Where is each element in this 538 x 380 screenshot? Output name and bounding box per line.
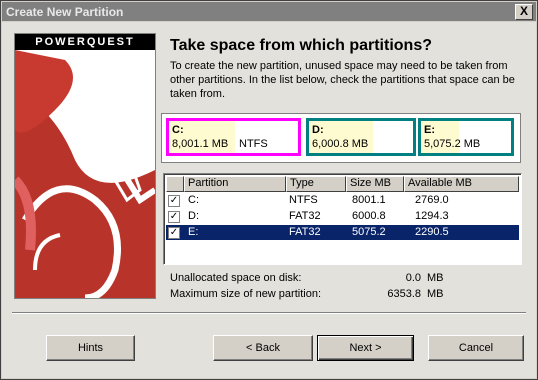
column-header-type[interactable]: Type — [286, 176, 346, 192]
table-row-selected[interactable]: ✓ E: FAT32 5075.2 2290.5 — [166, 225, 519, 240]
partition-map: C: 8,001.1 MB NTFS D: 6,000.8 MB E: 5,07… — [161, 113, 521, 163]
cell-size: 5075.2 — [352, 226, 386, 238]
cell-available: 2290.5 — [415, 226, 449, 238]
hints-button[interactable]: Hints — [46, 335, 135, 361]
cell-partition: E: — [188, 226, 199, 238]
table-row[interactable]: ✓ D: FAT32 6000.8 1294.3 — [166, 209, 519, 224]
cell-available: 1294.3 — [415, 210, 449, 222]
column-header-size[interactable]: Size MB — [346, 176, 404, 192]
dialog-body: POWERQUEST Take space from which partiti… — [2, 22, 536, 378]
partition-block-fs: NTFS — [239, 138, 268, 150]
cancel-button[interactable]: Cancel — [428, 335, 524, 361]
cell-type: FAT32 — [289, 226, 321, 238]
partition-block-e[interactable]: E: 5,075.2 MB — [418, 118, 514, 156]
unallocated-label: Unallocated space on disk: — [170, 272, 302, 284]
max-size-value: 6353.8 — [387, 288, 421, 300]
unallocated-unit: MB — [427, 272, 444, 284]
cell-partition: D: — [188, 210, 199, 222]
logo-brand-text: POWERQUEST — [15, 34, 155, 50]
window-title: Create New Partition — [6, 5, 124, 19]
partition-list[interactable]: Partition Type Size MB Available MB ✓ C:… — [163, 173, 522, 265]
partition-block-d[interactable]: D: 6,000.8 MB — [306, 118, 416, 156]
column-header-available[interactable]: Available MB — [404, 176, 519, 192]
row-checkbox[interactable]: ✓ — [168, 195, 180, 207]
partition-block-label: E: — [424, 124, 435, 136]
max-size-label: Maximum size of new partition: — [170, 288, 321, 300]
partition-block-label: D: — [312, 124, 324, 136]
unallocated-value: 0.0 — [405, 272, 421, 284]
list-header: Partition Type Size MB Available MB — [166, 176, 519, 192]
powerquest-logo: POWERQUEST — [14, 33, 156, 299]
cell-type: FAT32 — [289, 210, 321, 222]
row-checkbox[interactable]: ✓ — [168, 211, 180, 223]
partition-block-c[interactable]: C: 8,001.1 MB NTFS — [166, 118, 301, 156]
logo-graphic — [15, 50, 155, 298]
column-header-check[interactable] — [166, 176, 184, 192]
partition-block-size: 5,075.2 MB — [424, 138, 481, 150]
partition-block-label: C: — [172, 124, 184, 136]
cell-available: 2769.0 — [415, 194, 449, 206]
close-button[interactable]: X — [515, 4, 533, 20]
partition-block-size: 6,000.8 MB — [312, 138, 369, 150]
column-header-partition[interactable]: Partition — [184, 176, 286, 192]
page-heading: Take space from which partitions? — [170, 37, 432, 54]
cell-partition: C: — [188, 194, 199, 206]
table-row[interactable]: ✓ C: NTFS 8001.1 2769.0 — [166, 193, 519, 208]
cell-size: 6000.8 — [352, 210, 386, 222]
cell-type: NTFS — [289, 194, 318, 206]
partition-block-size: 8,001.1 MB — [172, 138, 229, 150]
title-bar: Create New Partition X — [2, 2, 536, 21]
page-description: To create the new partition, unused spac… — [170, 60, 515, 100]
next-button[interactable]: Next > — [317, 335, 414, 361]
cell-size: 8001.1 — [352, 194, 386, 206]
dialog-window: Create New Partition X POWERQUEST Take s… — [0, 0, 538, 380]
max-size-unit: MB — [427, 288, 444, 300]
back-button[interactable]: < Back — [213, 335, 313, 361]
row-checkbox[interactable]: ✓ — [168, 227, 180, 239]
divider — [12, 312, 526, 314]
